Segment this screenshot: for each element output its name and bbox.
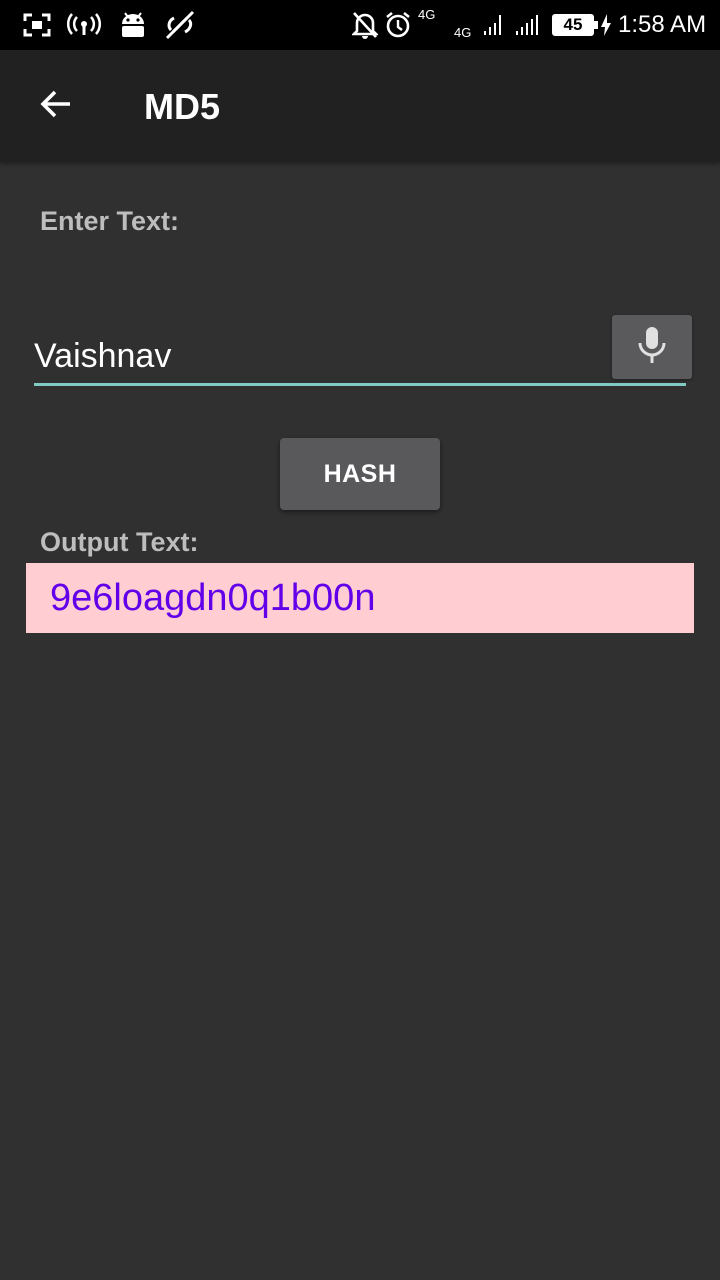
network-type-top: 4G: [418, 7, 436, 22]
network-type-bottom: 4G: [454, 25, 472, 40]
mic-icon: [637, 325, 667, 370]
text-input[interactable]: [34, 330, 686, 386]
location-off-icon: [162, 10, 198, 40]
alarm-icon: [384, 10, 412, 40]
output-text-label: Output Text:: [40, 527, 199, 557]
notifications-off-icon: [352, 10, 378, 40]
screenshot-icon: [22, 10, 52, 40]
page-title: MD5: [144, 86, 221, 127]
charging-icon: [600, 10, 612, 40]
signal-icon: [482, 10, 506, 40]
android-icon: [118, 10, 148, 40]
hotspot-icon: [66, 10, 102, 40]
voice-input-button[interactable]: [612, 315, 692, 379]
status-bar: 4G 4G 45 1:58 AM: [0, 0, 720, 50]
output-box: 9e6loagdn0q1b00n: [26, 563, 694, 633]
battery-indicator: 45: [552, 14, 598, 36]
output-value: 9e6loagdn0q1b00n: [50, 577, 376, 619]
hash-button[interactable]: HASH: [280, 438, 440, 510]
signal-icon-2: [514, 10, 540, 40]
app-bar: MD5: [0, 50, 720, 162]
clock: 1:58 AM: [618, 11, 707, 38]
back-button[interactable]: [32, 82, 80, 130]
arrow-back-icon: [38, 86, 74, 127]
enter-text-label: Enter Text:: [40, 206, 180, 236]
